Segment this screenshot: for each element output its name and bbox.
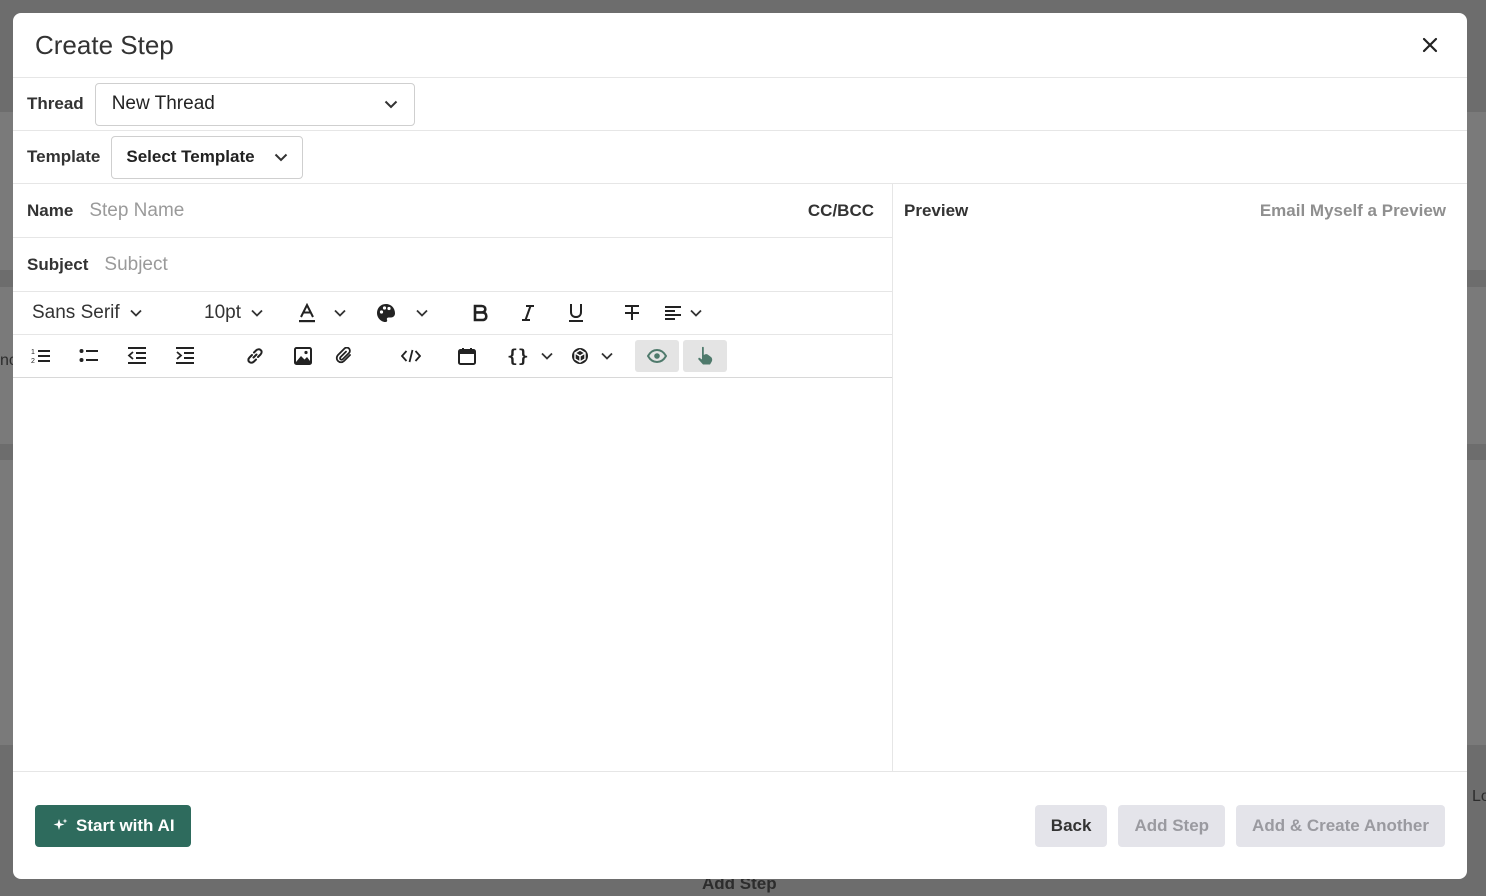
indent-button[interactable] <box>175 340 231 372</box>
variables-dropdown[interactable]: {} <box>495 340 571 372</box>
template-select-value: Select Template <box>126 147 255 166</box>
font-size-select[interactable]: 10pt <box>204 302 298 324</box>
svg-text:1: 1 <box>31 349 35 356</box>
email-myself-preview-link[interactable]: Email Myself a Preview <box>1260 201 1446 221</box>
back-button[interactable]: Back <box>1034 804 1108 847</box>
bullet-list-icon <box>79 349 98 362</box>
image-icon <box>294 347 312 365</box>
attachment-button[interactable] <box>327 340 383 372</box>
formatting-toolbar: Sans Serif 10pt <box>13 292 892 335</box>
font-size-value: 10pt <box>204 302 241 323</box>
subject-label: Subject <box>27 254 89 274</box>
modal-title: Create Step <box>35 29 174 60</box>
thread-select[interactable]: New Thread <box>94 82 415 126</box>
pointer-hand-icon <box>698 346 713 365</box>
strikethrough-icon <box>625 305 639 320</box>
modal-footer: Start with AI Back Add Step Add & Create… <box>13 772 1467 879</box>
template-select[interactable]: Select Template <box>111 135 304 179</box>
variables-icon: {} <box>507 345 529 367</box>
thread-label: Thread <box>27 94 84 113</box>
font-family-select[interactable]: Sans Serif <box>32 302 204 324</box>
indent-icon <box>176 347 194 364</box>
ordered-list-icon: 12 <box>31 349 50 365</box>
chevron-down-icon <box>130 309 142 317</box>
thread-select-value: New Thread <box>111 93 215 114</box>
editor-area: Name CC/BCC Subject Sans Serif 10pt <box>13 184 1467 772</box>
bullet-list-button[interactable] <box>79 340 127 372</box>
align-left-icon <box>665 306 681 320</box>
align-dropdown[interactable] <box>664 297 714 329</box>
name-label: Name <box>27 200 74 220</box>
chevron-down-icon <box>416 309 428 317</box>
image-button[interactable] <box>279 340 327 372</box>
chevron-down-icon <box>275 153 288 161</box>
subject-input[interactable] <box>104 253 874 276</box>
sparkle-icon <box>53 818 68 830</box>
link-icon <box>247 348 263 364</box>
preview-header: Preview Email Myself a Preview <box>893 184 1467 238</box>
add-create-another-button[interactable]: Add & Create Another <box>1236 804 1445 847</box>
editor-column: Name CC/BCC Subject Sans Serif 10pt <box>13 184 893 771</box>
bold-button[interactable] <box>456 297 504 329</box>
code-button[interactable] <box>383 340 439 372</box>
preview-title: Preview <box>904 201 969 220</box>
chevron-down-icon <box>334 309 346 317</box>
outdent-icon <box>127 347 146 364</box>
name-row: Name CC/BCC <box>13 184 892 238</box>
preview-column: Preview Email Myself a Preview <box>893 184 1467 771</box>
chevron-down-icon <box>251 309 263 317</box>
background-color-dropdown[interactable] <box>376 297 456 329</box>
attachment-icon <box>335 347 351 364</box>
start-with-ai-button[interactable]: Start with AI <box>35 804 191 847</box>
eye-icon <box>647 349 667 363</box>
add-step-button[interactable]: Add Step <box>1118 804 1226 847</box>
ordered-list-button[interactable]: 12 <box>31 340 79 372</box>
template-label: Template <box>27 147 101 166</box>
close-icon <box>1422 37 1438 53</box>
text-color-dropdown[interactable] <box>298 297 376 329</box>
tracking-open-toggle[interactable] <box>635 340 679 372</box>
email-body-editor[interactable] <box>13 378 892 771</box>
tracking-click-toggle[interactable] <box>683 340 727 372</box>
italic-icon <box>522 305 534 321</box>
link-button[interactable] <box>231 340 279 372</box>
template-row: Template Select Template <box>13 131 1467 184</box>
chevron-down-icon <box>601 352 613 360</box>
snippets-dropdown[interactable] <box>571 340 631 372</box>
create-step-modal: Create Step Thread New Thread Template S… <box>13 13 1467 879</box>
underline-icon <box>569 304 583 322</box>
subject-row: Subject <box>13 238 892 292</box>
strikethrough-button[interactable] <box>600 297 664 329</box>
svg-text:2: 2 <box>31 358 35 365</box>
outdent-button[interactable] <box>127 340 175 372</box>
step-name-input[interactable] <box>89 199 808 222</box>
close-button[interactable] <box>1415 30 1445 60</box>
cc-bcc-toggle[interactable]: CC/BCC <box>808 201 874 221</box>
insert-toolbar: 12 {} <box>13 335 892 378</box>
calendar-button[interactable] <box>439 340 495 372</box>
palette-icon <box>377 304 395 322</box>
chevron-down-icon <box>384 100 397 108</box>
font-family-value: Sans Serif <box>32 302 120 323</box>
cube-icon <box>572 348 588 364</box>
chevron-down-icon <box>541 352 553 360</box>
code-icon <box>401 349 421 363</box>
start-with-ai-label: Start with AI <box>76 815 175 835</box>
bold-icon <box>473 304 488 322</box>
background-edge-text: Lo <box>1472 788 1486 805</box>
footer-actions: Back Add Step Add & Create Another <box>1034 804 1445 847</box>
modal-header: Create Step <box>13 13 1467 78</box>
italic-button[interactable] <box>504 297 552 329</box>
text-color-icon <box>299 303 315 323</box>
thread-row: Thread New Thread <box>13 78 1467 131</box>
underline-button[interactable] <box>552 297 600 329</box>
chevron-down-icon <box>690 309 702 317</box>
calendar-icon <box>458 348 476 365</box>
